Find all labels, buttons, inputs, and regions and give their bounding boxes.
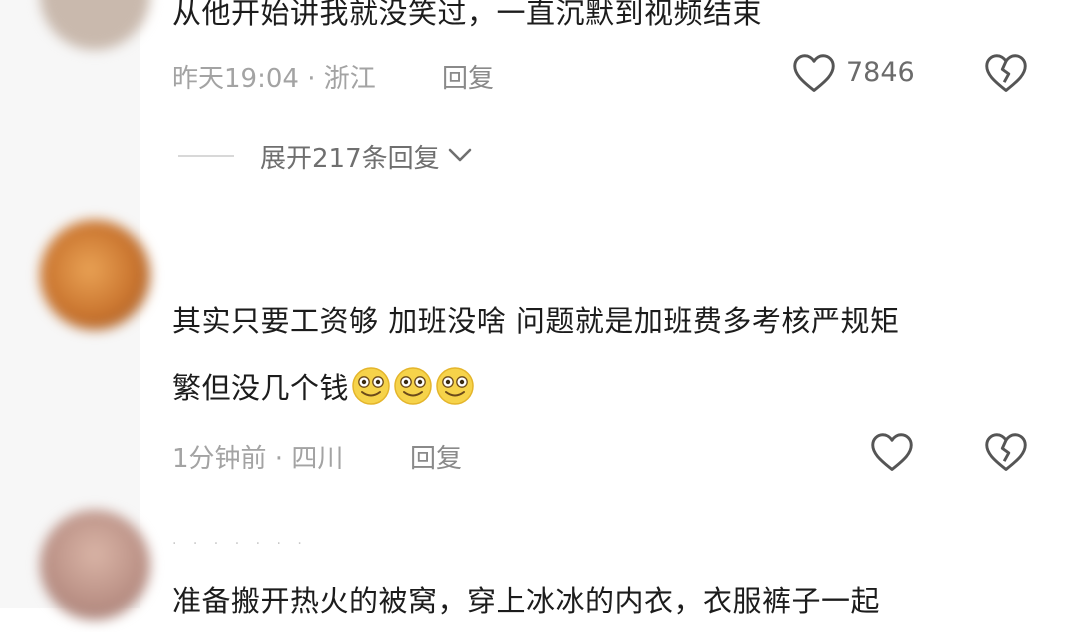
- heart-outline-icon[interactable]: [792, 52, 836, 94]
- like-count: 7846: [846, 57, 915, 88]
- expand-replies-button[interactable]: 展开217条回复: [260, 138, 474, 175]
- reply-button[interactable]: 回复: [410, 438, 462, 475]
- comment-text-line-with-emoji: 繁但没几个钱: [172, 357, 475, 419]
- reply-button[interactable]: 回复: [442, 58, 494, 95]
- comment-text: 准备搬开热火的被窝，穿上冰冰的内衣，衣服裤子一起: [172, 584, 881, 618]
- broken-heart-icon[interactable]: [984, 52, 1028, 94]
- comment-text-line: 其实只要工资够 加班没啥 问题就是加班费多考核严规矩: [172, 304, 900, 338]
- comment-time-location: 昨天19:04 · 浙江: [172, 64, 376, 94]
- avatar[interactable]: [40, 510, 150, 620]
- avatar-column: [0, 0, 150, 620]
- divider: [178, 155, 234, 157]
- chevron-down-icon: [446, 142, 474, 172]
- separator-dots: · · · · · · ·: [172, 536, 308, 552]
- avatar[interactable]: [40, 0, 150, 50]
- heart-outline-icon[interactable]: [870, 431, 914, 473]
- avatar[interactable]: [40, 220, 150, 330]
- smile-emoji-icon: [393, 365, 433, 405]
- comment-text-line: 繁但没几个钱: [172, 371, 350, 405]
- broken-heart-icon[interactable]: [984, 431, 1028, 473]
- smile-emoji-icon: [435, 365, 475, 405]
- smile-emoji-icon: [351, 365, 391, 405]
- comment-text: 从他开始讲我就没笑过，一直沉默到视频结束: [172, 0, 763, 30]
- expand-replies-label: 展开217条回复: [260, 144, 440, 174]
- comment-time-location: 1分钟前 · 四川: [172, 444, 344, 474]
